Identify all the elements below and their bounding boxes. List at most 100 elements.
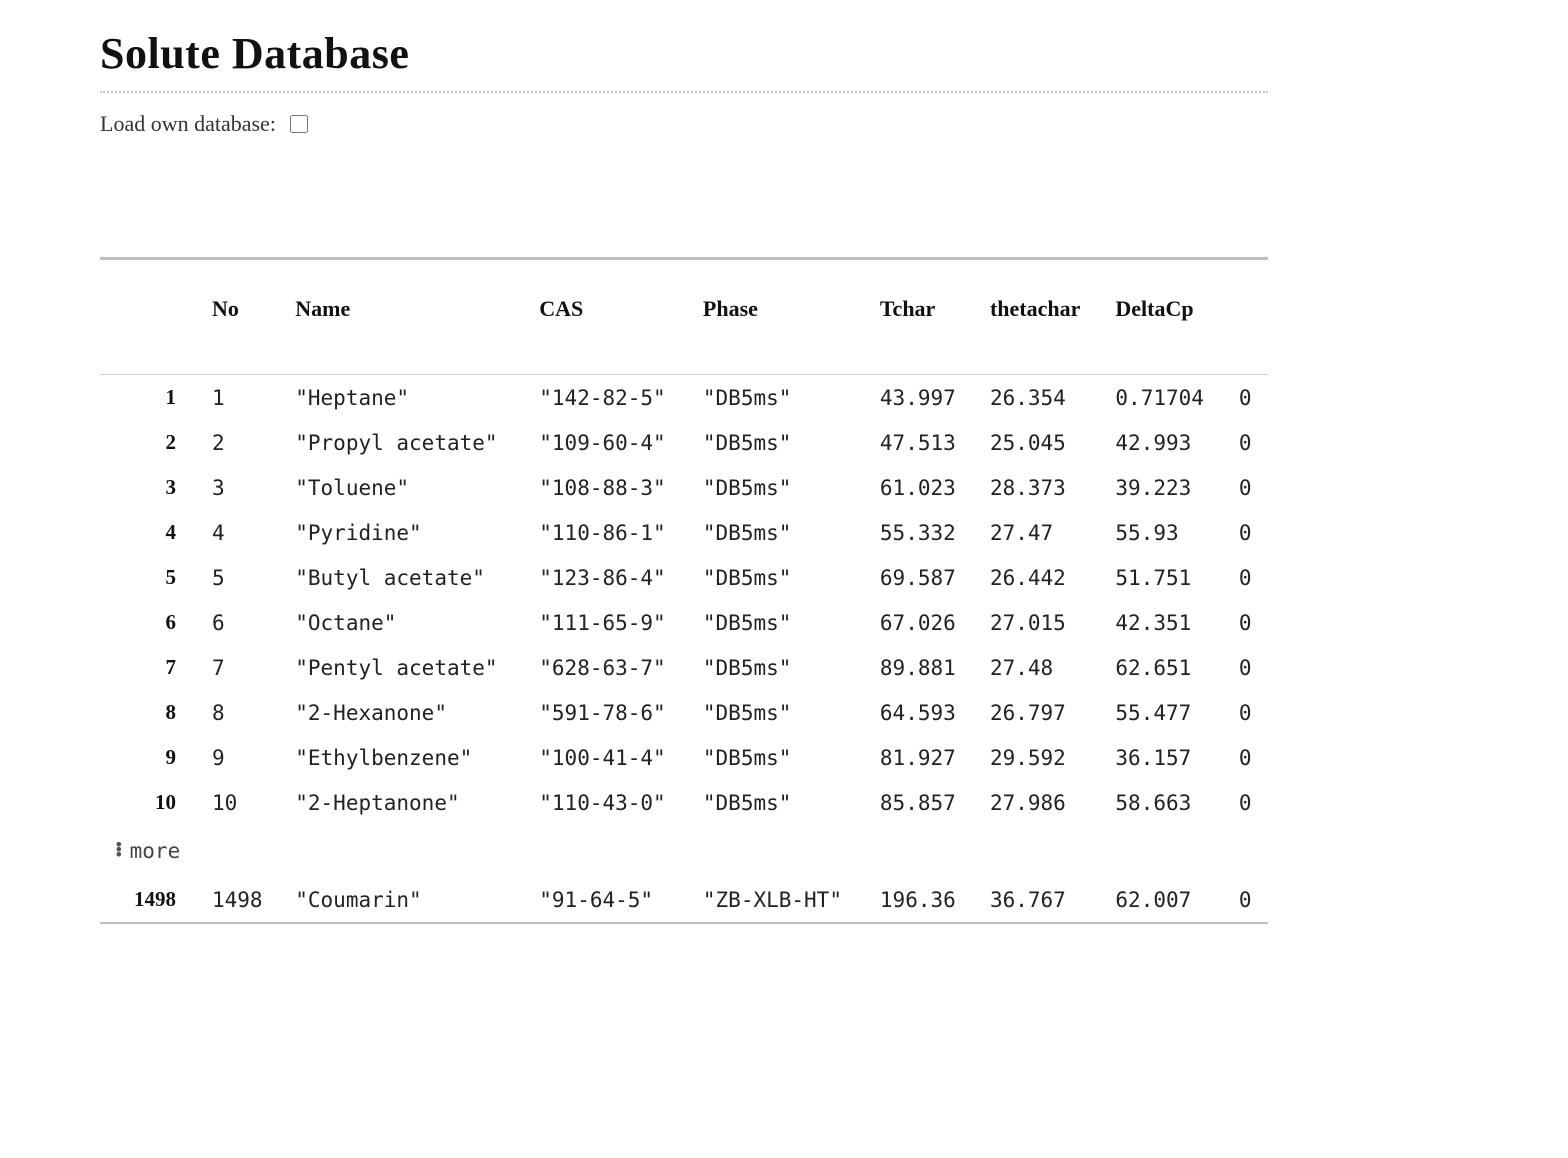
- cell-no: 6: [198, 600, 281, 645]
- cell-phase: "DB5ms": [689, 645, 866, 690]
- table-more-row[interactable]: ••• more: [100, 825, 1268, 877]
- cell-cas: "108-88-3": [525, 465, 689, 510]
- cell-no: 10: [198, 780, 281, 825]
- row-index: 8: [100, 690, 198, 735]
- cell-no: 2: [198, 420, 281, 465]
- cell-no: 5: [198, 555, 281, 600]
- cell-tchar: 196.36: [866, 877, 976, 922]
- col-header-thetachar[interactable]: thetachar: [976, 260, 1101, 375]
- cell-extra: 0: [1225, 780, 1268, 825]
- cell-tchar: 89.881: [866, 645, 976, 690]
- cell-name: "Toluene": [281, 465, 525, 510]
- table-row: 88"2-Hexanone""591-78-6""DB5ms"64.59326.…: [100, 690, 1268, 735]
- cell-tchar: 69.587: [866, 555, 976, 600]
- col-header-phase[interactable]: Phase: [689, 260, 866, 375]
- cell-tchar: 47.513: [866, 420, 976, 465]
- cell-deltacp: 42.351: [1101, 600, 1224, 645]
- cell-extra: 0: [1225, 645, 1268, 690]
- page-title: Solute Database: [100, 28, 1268, 79]
- cell-no: 4: [198, 510, 281, 555]
- cell-deltacp: 58.663: [1101, 780, 1224, 825]
- row-index: 5: [100, 555, 198, 600]
- cell-no: 3: [198, 465, 281, 510]
- cell-extra: 0: [1225, 375, 1268, 421]
- col-header-no[interactable]: No: [198, 260, 281, 375]
- cell-thetachar: 27.015: [976, 600, 1101, 645]
- solute-table: No Name CAS Phase Tchar thetachar DeltaC…: [100, 260, 1268, 922]
- more-label[interactable]: more: [130, 839, 181, 863]
- cell-cas: "111-65-9": [525, 600, 689, 645]
- cell-phase: "ZB-XLB-HT": [689, 877, 866, 922]
- table-header: No Name CAS Phase Tchar thetachar DeltaC…: [100, 260, 1268, 375]
- cell-cas: "91-64-5": [525, 877, 689, 922]
- cell-thetachar: 28.373: [976, 465, 1101, 510]
- cell-thetachar: 27.47: [976, 510, 1101, 555]
- cell-deltacp: 55.93: [1101, 510, 1224, 555]
- cell-phase: "DB5ms": [689, 780, 866, 825]
- row-index: 7: [100, 645, 198, 690]
- cell-deltacp: 39.223: [1101, 465, 1224, 510]
- cell-name: "Pentyl acetate": [281, 645, 525, 690]
- cell-thetachar: 27.48: [976, 645, 1101, 690]
- cell-extra: 0: [1225, 600, 1268, 645]
- cell-name: "Ethylbenzene": [281, 735, 525, 780]
- cell-no: 7: [198, 645, 281, 690]
- cell-extra: 0: [1225, 420, 1268, 465]
- cell-deltacp: 62.007: [1101, 877, 1224, 922]
- cell-phase: "DB5ms": [689, 690, 866, 735]
- table-row: 66"Octane""111-65-9""DB5ms"67.02627.0154…: [100, 600, 1268, 645]
- cell-tchar: 43.997: [866, 375, 976, 421]
- cell-no: 8: [198, 690, 281, 735]
- cell-name: "Pyridine": [281, 510, 525, 555]
- cell-extra: 0: [1225, 877, 1268, 922]
- table-body: 11"Heptane""142-82-5""DB5ms"43.99726.354…: [100, 375, 1268, 923]
- cell-name: "Octane": [281, 600, 525, 645]
- load-own-database-label: Load own database:: [100, 111, 276, 137]
- col-header-name[interactable]: Name: [281, 260, 525, 375]
- cell-deltacp: 62.651: [1101, 645, 1224, 690]
- cell-name: "2-Hexanone": [281, 690, 525, 735]
- row-index: 3: [100, 465, 198, 510]
- cell-cas: "628-63-7": [525, 645, 689, 690]
- cell-no: 1498: [198, 877, 281, 922]
- col-header-deltacp[interactable]: DeltaCp: [1101, 260, 1224, 375]
- cell-deltacp: 0.71704: [1101, 375, 1224, 421]
- cell-tchar: 61.023: [866, 465, 976, 510]
- row-index: 2: [100, 420, 198, 465]
- cell-tchar: 55.332: [866, 510, 976, 555]
- cell-name: "Propyl acetate": [281, 420, 525, 465]
- row-index: 9: [100, 735, 198, 780]
- cell-cas: "110-43-0": [525, 780, 689, 825]
- cell-phase: "DB5ms": [689, 735, 866, 780]
- table-more-cell[interactable]: ••• more: [100, 825, 1268, 877]
- page: Solute Database Load own database: No Na…: [0, 0, 1368, 964]
- cell-thetachar: 26.797: [976, 690, 1101, 735]
- col-header-index: [100, 260, 198, 375]
- cell-thetachar: 27.986: [976, 780, 1101, 825]
- table-row: 99"Ethylbenzene""100-41-4""DB5ms"81.9272…: [100, 735, 1268, 780]
- cell-deltacp: 36.157: [1101, 735, 1224, 780]
- table-row: 1010"2-Heptanone""110-43-0""DB5ms"85.857…: [100, 780, 1268, 825]
- table-bottom-rule: [100, 922, 1268, 924]
- cell-cas: "110-86-1": [525, 510, 689, 555]
- cell-phase: "DB5ms": [689, 555, 866, 600]
- cell-name: "Heptane": [281, 375, 525, 421]
- row-index: 4: [100, 510, 198, 555]
- cell-deltacp: 42.993: [1101, 420, 1224, 465]
- cell-phase: "DB5ms": [689, 510, 866, 555]
- col-header-extra: [1225, 260, 1268, 375]
- cell-tchar: 64.593: [866, 690, 976, 735]
- title-separator: [100, 91, 1268, 93]
- cell-thetachar: 29.592: [976, 735, 1101, 780]
- col-header-cas[interactable]: CAS: [525, 260, 689, 375]
- col-header-tchar[interactable]: Tchar: [866, 260, 976, 375]
- cell-no: 9: [198, 735, 281, 780]
- cell-thetachar: 26.354: [976, 375, 1101, 421]
- cell-tchar: 85.857: [866, 780, 976, 825]
- load-own-database-checkbox[interactable]: [290, 115, 308, 133]
- cell-phase: "DB5ms": [689, 420, 866, 465]
- cell-thetachar: 25.045: [976, 420, 1101, 465]
- table-row: 44"Pyridine""110-86-1""DB5ms"55.33227.47…: [100, 510, 1268, 555]
- vertical-ellipsis-icon: •••: [114, 843, 124, 858]
- cell-cas: "123-86-4": [525, 555, 689, 600]
